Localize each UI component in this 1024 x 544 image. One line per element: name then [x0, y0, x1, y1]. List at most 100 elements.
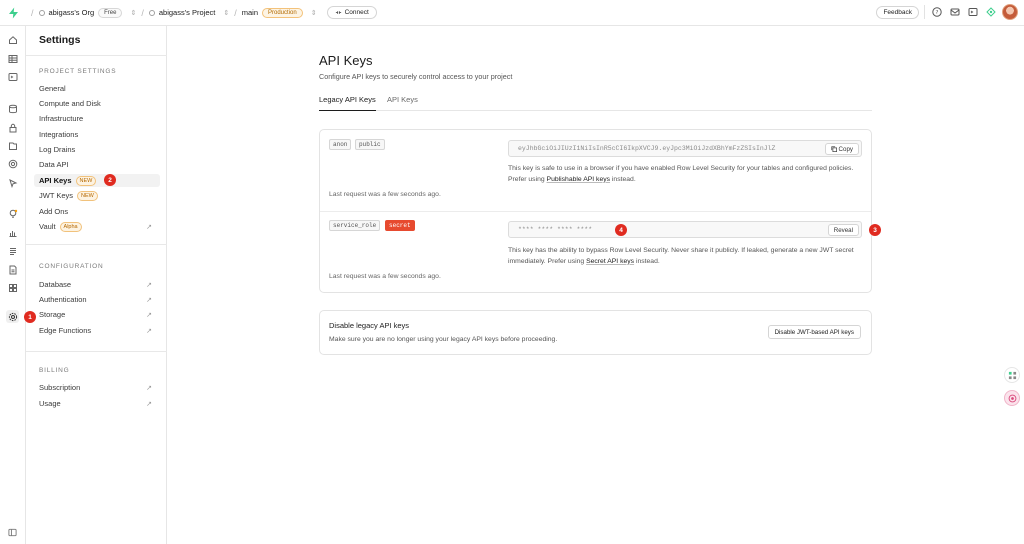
supabase-logo[interactable]	[0, 7, 26, 19]
breadcrumb-separator: /	[141, 7, 144, 18]
top-right-actions: Feedback ?	[876, 4, 1018, 20]
user-avatar[interactable]	[1002, 4, 1018, 20]
sidebar-item-label: Subscription	[39, 383, 81, 392]
copy-icon	[830, 146, 837, 152]
edge-functions-icon[interactable]	[6, 157, 19, 170]
plug-icon	[335, 11, 341, 14]
publishable-keys-link[interactable]: Publishable API keys	[547, 176, 610, 183]
project-name: abigass's Project	[158, 8, 216, 17]
breadcrumb-separator: /	[31, 7, 34, 18]
integrations-icon[interactable]	[6, 281, 19, 294]
sidebar-item-authentication[interactable]: Authentication ↗	[39, 293, 157, 306]
database-icon[interactable]	[6, 102, 19, 115]
disable-jwt-keys-button[interactable]: Disable JWT-based API keys	[767, 325, 861, 339]
project-breadcrumb[interactable]: abigass's Project ⇕	[148, 8, 229, 17]
chevron-updown-icon[interactable]: ⇕	[311, 9, 317, 17]
widget-icon[interactable]	[1004, 367, 1020, 383]
section-title-billing: BILLING	[39, 367, 70, 374]
sidebar-item-subscription[interactable]: Subscription ↗	[39, 381, 157, 394]
terminal-icon[interactable]	[966, 6, 979, 19]
service-key-value: **** **** **** ****	[518, 226, 593, 233]
collapse-sidebar-icon[interactable]	[6, 526, 19, 539]
note-text: instead.	[610, 175, 636, 183]
svg-text:?: ?	[935, 10, 938, 16]
new-badge: NEW	[77, 190, 98, 201]
help-icon[interactable]: ?	[930, 6, 943, 19]
storage-icon[interactable]	[6, 139, 19, 152]
service-key-note: This key has the ability to bypass Row L…	[508, 246, 863, 267]
divider	[26, 244, 167, 245]
sidebar-item-label: Database	[39, 280, 72, 289]
tabs: Legacy API Keys API Keys	[319, 95, 872, 111]
logs-icon[interactable]	[6, 244, 19, 257]
tab-legacy-api-keys[interactable]: Legacy API Keys	[319, 95, 376, 111]
feedback-button[interactable]: Feedback	[876, 5, 919, 19]
chevron-updown-icon[interactable]: ⇕	[130, 9, 136, 17]
sidebar-item-log-drains[interactable]: Log Drains	[39, 143, 157, 156]
sidebar-item-integrations[interactable]: Integrations	[39, 128, 157, 141]
sidebar-title: Settings	[39, 34, 81, 46]
anon-key-field[interactable]: eyJhbGciOiJIUzI1NiIsInR5cCI6IkpXVCJ9.eyJ…	[508, 140, 862, 157]
branch-name: main	[241, 8, 258, 17]
anon-key-note: This key is safe to use in a browser if …	[508, 164, 863, 185]
tab-api-keys[interactable]: API Keys	[387, 95, 418, 111]
sidebar-item-usage[interactable]: Usage ↗	[39, 397, 157, 410]
main-content: API Keys Configure API keys to securely …	[167, 26, 1024, 544]
sidebar-item-edge-functions[interactable]: Edge Functions ↗	[39, 324, 157, 337]
realtime-icon[interactable]	[6, 176, 19, 189]
section-title-project-settings: PROJECT SETTINGS	[39, 68, 117, 75]
external-link-icon: ↗	[146, 327, 152, 335]
org-breadcrumb[interactable]: abigass's Org Free ⇕	[38, 7, 136, 18]
copy-button[interactable]: Copy	[824, 143, 859, 155]
sidebar-item-add-ons[interactable]: Add Ons	[39, 205, 157, 218]
help-widget-icon[interactable]	[1004, 390, 1020, 406]
divider	[924, 5, 925, 19]
disable-legacy-title: Disable legacy API keys	[329, 321, 410, 330]
icon-rail	[0, 26, 26, 544]
connect-button[interactable]: Connect	[326, 6, 377, 19]
note-text: This key has the ability to bypass Row L…	[508, 247, 854, 265]
settings-sidebar: Settings PROJECT SETTINGS General Comput…	[26, 26, 167, 544]
api-docs-icon[interactable]	[6, 263, 19, 276]
divider	[320, 211, 871, 212]
sidebar-item-label: API Keys	[39, 176, 72, 185]
auth-icon[interactable]	[6, 121, 19, 134]
divider	[26, 351, 167, 352]
sidebar-item-label: Edge Functions	[39, 326, 92, 335]
table-editor-icon[interactable]	[6, 52, 19, 65]
sidebar-item-label: Vault	[39, 222, 56, 231]
copy-label: Copy	[838, 145, 853, 153]
sidebar-item-data-api[interactable]: Data API	[39, 158, 157, 171]
branch-env-badge: Production	[262, 7, 303, 18]
sidebar-item-compute-disk[interactable]: Compute and Disk	[39, 97, 157, 110]
service-key-field[interactable]: **** **** **** **** Reveal	[508, 221, 862, 238]
anon-badge: anon	[329, 139, 352, 150]
sidebar-item-general[interactable]: General	[39, 82, 157, 95]
anon-key-value: eyJhbGciOiJIUzI1NiIsInR5cCI6IkpXVCJ9.eyJ…	[518, 145, 776, 152]
advisors-icon[interactable]	[6, 207, 19, 220]
inbox-icon[interactable]	[948, 6, 961, 19]
secret-keys-link[interactable]: Secret API keys	[586, 258, 634, 265]
home-icon[interactable]	[6, 33, 19, 46]
assistant-icon[interactable]	[984, 6, 997, 19]
sidebar-item-database[interactable]: Database ↗	[39, 278, 157, 291]
new-badge: NEW	[75, 175, 97, 186]
reveal-button[interactable]: Reveal	[827, 224, 859, 236]
branch-breadcrumb[interactable]: main Production ⇕	[241, 7, 317, 18]
legacy-keys-card: anon public eyJhbGciOiJIUzI1NiIsInR5cCI6…	[319, 129, 872, 293]
chevron-updown-icon[interactable]: ⇕	[223, 9, 229, 17]
sidebar-item-infrastructure[interactable]: Infrastructure	[39, 112, 157, 125]
sidebar-item-label: Authentication	[39, 295, 87, 304]
sidebar-item-storage[interactable]: Storage ↗	[39, 308, 157, 321]
annotation-marker-2: 2	[104, 174, 116, 186]
public-badge: public	[355, 139, 385, 150]
settings-gear-icon[interactable]	[6, 310, 19, 323]
sql-editor-icon[interactable]	[6, 70, 19, 83]
sidebar-item-vault[interactable]: Vault Alpha ↗	[39, 220, 157, 233]
page-title: API Keys	[319, 53, 373, 68]
breadcrumb-separator: /	[234, 7, 237, 18]
sidebar-item-jwt-keys[interactable]: JWT Keys NEW	[39, 189, 157, 202]
reports-icon[interactable]	[6, 226, 19, 239]
external-link-icon: ↗	[146, 223, 152, 231]
sidebar-item-api-keys[interactable]: API Keys NEW	[34, 174, 160, 187]
